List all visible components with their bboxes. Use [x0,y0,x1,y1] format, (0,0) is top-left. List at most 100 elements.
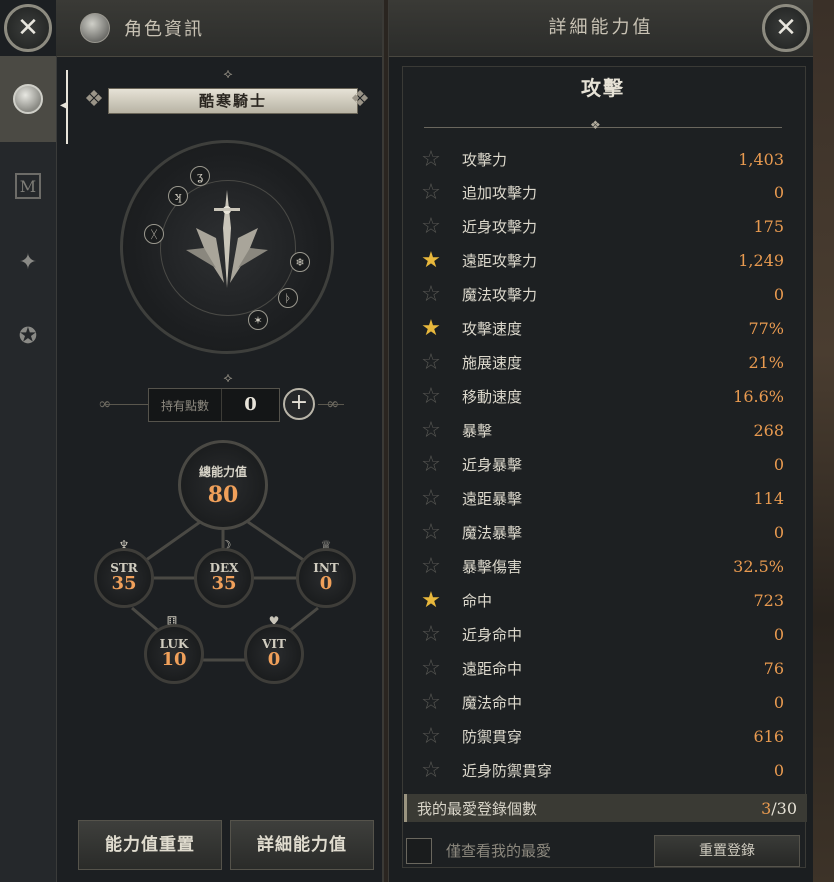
knot-ornament-left: ∞ [98,394,112,413]
stat-row: ☆ 暴擊 268 [414,414,794,448]
favorite-star-icon[interactable]: ☆ [418,147,444,172]
game-background [812,0,834,882]
total-stats-circle: 總能力值 80 [178,440,268,530]
favorite-star-icon[interactable]: ☆ [418,520,444,545]
stat-row-label: 近身暴擊 [462,456,523,475]
stat-row-label: 施展速度 [462,354,523,373]
character-info-header: 角色資訊 [56,0,382,57]
favorite-star-icon[interactable]: ☆ [418,282,444,307]
stat-row: ☆ 攻擊力 1,403 [414,142,794,176]
favorite-star-icon[interactable]: ☆ [418,554,444,579]
stat-row-label: 命中 [462,591,493,610]
nameplate-right-ornament: ❖ [350,87,370,112]
favorites-count-bar: 我的最愛登錄個數 3/30 [404,794,807,822]
stat-row-value: 0 [773,455,784,475]
stat-row: ☆ 近身攻擊力 175 [414,210,794,244]
stat-row: ★ 攻擊速度 77% [414,312,794,346]
nameplate-left-ornament: ❖ [84,87,104,112]
available-points-field: 持有點數 0 [148,388,280,422]
medal-icon: ✪ [18,323,38,349]
reset-stats-button[interactable]: 能力值重置 [78,820,222,870]
stat-int[interactable]: INT 0 [296,548,356,608]
favorite-star-filled-icon[interactable]: ★ [418,248,444,273]
class-emblem-icon [186,190,268,288]
favorite-star-icon[interactable]: ☆ [418,350,444,375]
stat-row-label: 近身攻擊力 [462,218,538,237]
profile-icon [13,84,43,114]
only-favorites-checkbox[interactable] [406,838,432,864]
favorite-star-icon[interactable]: ☆ [418,724,444,749]
knot-ornament-right: ∞ [326,394,340,413]
stat-row: ☆ 近身暴擊 0 [414,448,794,482]
close-icon: ✕ [17,13,39,43]
stat-row-label: 近身防禦貫穿 [462,761,553,780]
stat-str[interactable]: STR 35 [94,548,154,608]
stat-row-label: 遠距命中 [462,659,523,678]
cube-icon [80,13,110,43]
stat-row-label: 追加攻擊力 [462,184,538,203]
detail-stats-button[interactable]: 詳細能力值 [230,820,374,870]
section-ornament-icon: ❖ [590,118,601,132]
stat-row-label: 魔法命中 [462,693,523,712]
stat-dex[interactable]: DEX 35 [194,548,254,608]
rune-glyph: ᚷ [144,224,164,244]
stat-luk-value: 10 [161,649,187,670]
favorite-star-icon[interactable]: ☆ [418,690,444,715]
total-stats-label: 總能力值 [198,465,247,479]
stat-row-label: 魔法攻擊力 [462,286,538,305]
favorite-star-icon[interactable]: ☆ [418,452,444,477]
stat-dex-value: 35 [211,573,237,594]
stat-row-label: 暴擊 [462,422,493,441]
favorite-star-filled-icon[interactable]: ★ [418,316,444,341]
stat-row-value: 0 [773,183,784,203]
points-ornament-icon: ⟡ [223,370,233,386]
favorite-star-icon[interactable]: ☆ [418,656,444,681]
favorite-star-icon[interactable]: ☆ [418,418,444,443]
m-emblem-icon: M [15,173,41,199]
rune-glyph: ✶ [248,310,268,330]
stat-row-value: 0 [773,522,784,542]
rune-glyph: ᚦ [278,288,298,308]
available-points-label: 持有點數 [160,398,209,413]
total-stats-value: 80 [207,482,239,508]
character-info-title: 角色資訊 [124,19,204,40]
favorite-star-icon[interactable]: ☆ [418,180,444,205]
favorite-star-icon[interactable]: ☆ [418,214,444,239]
favorites-count-label: 我的最愛登錄個數 [417,799,538,818]
tab-skills[interactable]: ✦ [10,244,46,280]
stat-row: ☆ 遠距暴擊 114 [414,482,794,516]
side-tab-bar: M ✦ ✪ [0,56,57,882]
favorite-star-icon[interactable]: ☆ [418,758,444,783]
stat-int-value: 0 [319,573,333,594]
stat-vit[interactable]: VIT 0 [244,624,304,684]
stat-row-value: 723 [753,590,784,610]
favorite-star-filled-icon[interactable]: ★ [418,588,444,613]
add-points-button[interactable]: + [283,388,315,420]
stat-row: ☆ 魔法攻擊力 0 [414,278,794,312]
tab-emblem[interactable]: M [10,168,46,204]
reset-favorites-button[interactable]: 重置登錄 [654,835,800,867]
stat-row-label: 攻擊力 [462,150,508,169]
stat-row-value: 1,249 [738,251,784,271]
favorite-star-icon[interactable]: ☆ [418,622,444,647]
stat-str-value: 35 [111,573,137,594]
stat-row: ★ 遠距攻擊力 1,249 [414,244,794,278]
close-character-info-button[interactable]: ✕ [4,4,52,52]
stat-row: ★ 命中 723 [414,583,794,617]
stat-vit-value: 0 [267,649,281,670]
tab-profile[interactable] [0,56,56,142]
close-detailed-stats-button[interactable]: ✕ [762,4,810,52]
stat-row-label: 魔法暴擊 [462,523,523,542]
stat-luk[interactable]: LUK 10 [144,624,204,684]
stat-row-value: 114 [753,489,784,508]
stat-row: ☆ 暴擊傷害 32.5% [414,549,794,583]
stat-row-value: 0 [773,760,784,780]
stat-row-label: 移動速度 [462,388,523,407]
rune-glyph: ʓ [190,166,210,186]
favorite-star-icon[interactable]: ☆ [418,486,444,511]
tab-medals[interactable]: ✪ [10,318,46,354]
active-tab-arrow: ◀ [60,100,68,111]
favorite-star-icon[interactable]: ☆ [418,384,444,409]
stat-row-value: 76 [763,658,784,678]
stat-row: ☆ 追加攻擊力 0 [414,176,794,210]
